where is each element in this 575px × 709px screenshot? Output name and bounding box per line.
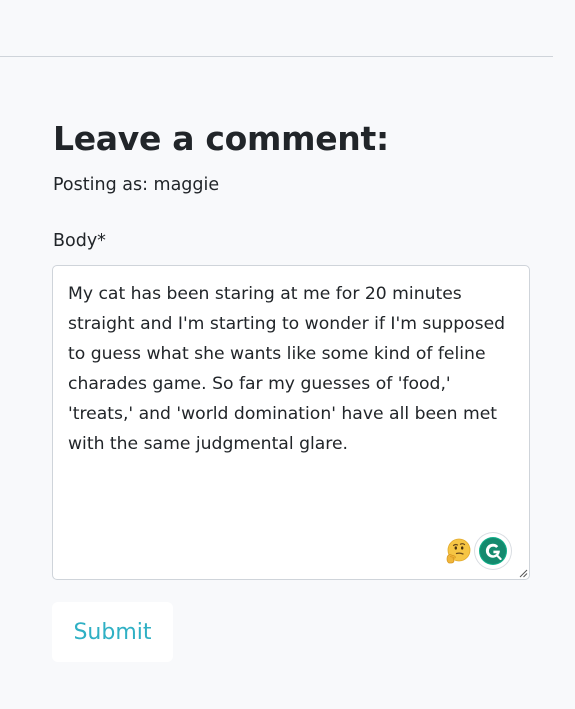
body-label: Body* (53, 231, 106, 251)
submit-button[interactable]: Submit (52, 602, 173, 662)
comment-heading: Leave a comment: (53, 119, 389, 158)
comment-page: Leave a comment: Posting as: maggie Body… (0, 0, 575, 709)
resize-handle-icon[interactable] (518, 568, 528, 578)
grammarly-icon[interactable] (475, 533, 511, 569)
comment-body-textarea[interactable]: My cat has been staring at me for 20 min… (52, 265, 530, 580)
thinking-face-emoji-icon (446, 538, 471, 564)
grammarly-g-icon (479, 537, 507, 565)
top-divider (0, 56, 553, 57)
posting-as-text: Posting as: maggie (53, 175, 220, 195)
